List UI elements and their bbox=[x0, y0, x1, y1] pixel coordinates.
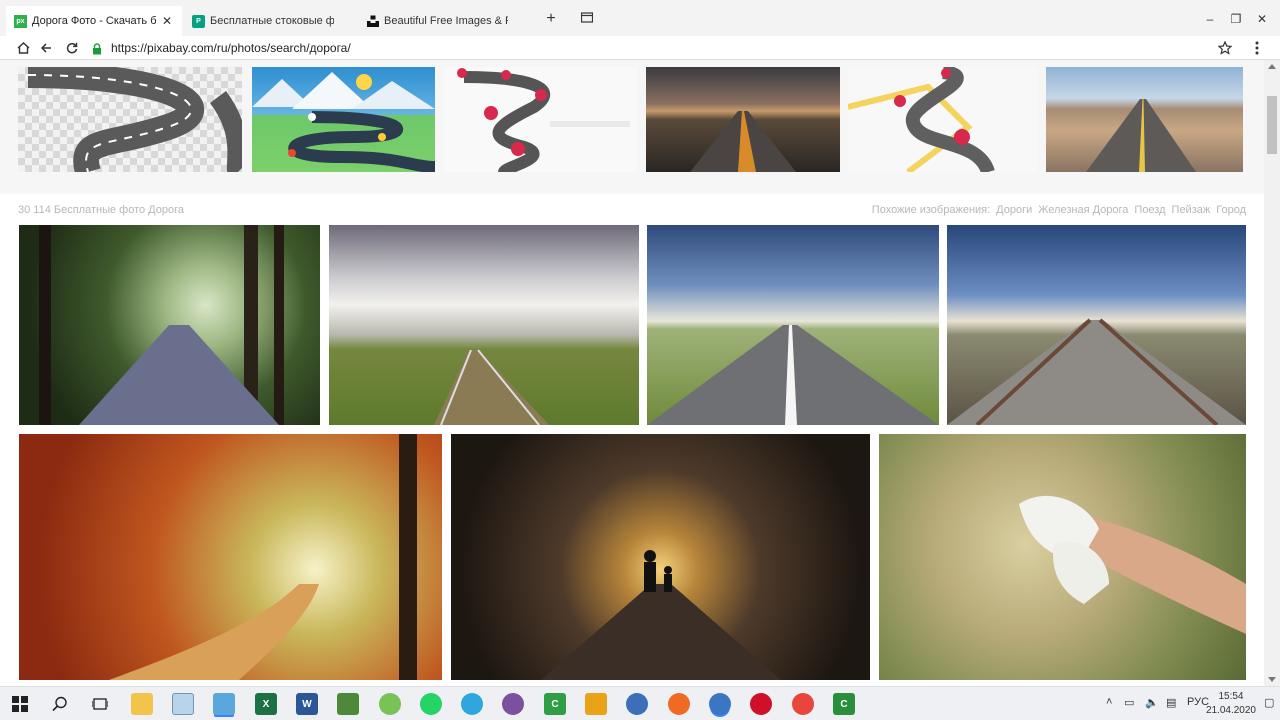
pixabay-page: 30 114 Бесплатные фото Дорога Похожие из… bbox=[0, 60, 1264, 686]
whatsapp-icon[interactable] bbox=[420, 693, 442, 715]
taskbar-clock[interactable]: 15:54 21.04.2020 bbox=[1206, 690, 1256, 718]
paint-icon[interactable] bbox=[213, 693, 235, 715]
start-icon[interactable] bbox=[9, 693, 31, 715]
excel-icon[interactable]: X bbox=[255, 693, 277, 715]
volume-icon[interactable]: 🔈 bbox=[1145, 696, 1159, 709]
tab-title: Beautiful Free Images & Picture bbox=[384, 15, 508, 27]
forest-road-photo[interactable] bbox=[19, 225, 320, 425]
results-count: 30 114 Бесплатные фото Дорога bbox=[18, 204, 184, 216]
page-scrollbar[interactable] bbox=[1264, 60, 1280, 686]
android-icon[interactable] bbox=[379, 693, 401, 715]
address-input[interactable]: https://pixabay.com/ru/photos/search/дор… bbox=[111, 41, 351, 55]
scroll-up-icon[interactable] bbox=[1268, 64, 1276, 69]
firefox-icon[interactable] bbox=[668, 693, 690, 715]
tab-unsplash[interactable]: Beautiful Free Images & Picture bbox=[358, 6, 534, 36]
windows-taskbar: X W C C ˄ ▭ 🔈 ▤ РУС 15:54 21.04.2020 ▢ bbox=[0, 686, 1280, 720]
tab-search-icon[interactable] bbox=[579, 10, 595, 28]
camtasia-recorder-icon[interactable]: C bbox=[833, 693, 855, 715]
archive-icon[interactable] bbox=[337, 693, 359, 715]
bookmark-star-icon[interactable] bbox=[1216, 39, 1234, 57]
related-tag-train[interactable]: Поезд bbox=[1134, 204, 1165, 216]
notification-text-icon[interactable]: ▤ bbox=[1166, 696, 1176, 709]
close-window-icon[interactable]: ✕ bbox=[1254, 10, 1270, 28]
address-toolbar: https://pixabay.com/ru/photos/search/дор… bbox=[0, 36, 1280, 60]
map-route-thumbnail[interactable] bbox=[848, 67, 1037, 172]
maximize-icon[interactable]: ❐ bbox=[1228, 10, 1244, 28]
scroll-down-icon[interactable] bbox=[1268, 677, 1276, 682]
desert-road-thumbnail[interactable] bbox=[1046, 67, 1243, 172]
notifications-icon[interactable]: ▢ bbox=[1264, 696, 1274, 709]
road-vector-thumbnail[interactable] bbox=[18, 67, 242, 172]
viber-icon[interactable] bbox=[502, 693, 524, 715]
tab-title: Бесплатные стоковые фото - Р bbox=[210, 15, 334, 27]
related-tag-roads[interactable]: Дороги bbox=[996, 204, 1032, 216]
pexels-favicon-icon: P bbox=[192, 14, 205, 28]
related-tags: Похожие изображения: Дороги Железная Дор… bbox=[872, 204, 1246, 216]
new-tab-button[interactable]: + bbox=[543, 10, 559, 28]
father-son-railway-photo[interactable] bbox=[451, 434, 870, 680]
roadmap-illustration-thumbnail[interactable] bbox=[252, 67, 435, 172]
unsplash-favicon-icon bbox=[366, 15, 379, 28]
word-icon[interactable]: W bbox=[296, 693, 318, 715]
tab-close-icon[interactable]: ✕ bbox=[162, 14, 172, 28]
clock-date: 21.04.2020 bbox=[1205, 705, 1256, 716]
menu-kebab-icon[interactable] bbox=[1248, 39, 1266, 57]
railroad-tracks-photo[interactable] bbox=[947, 225, 1246, 425]
clock-time: 15:54 bbox=[1218, 691, 1244, 702]
network-icon[interactable]: ▭ bbox=[1124, 696, 1134, 709]
notepad-icon[interactable] bbox=[172, 693, 194, 715]
open-road-photo[interactable] bbox=[647, 225, 939, 425]
file-explorer-icon[interactable] bbox=[131, 693, 153, 715]
minimize-icon[interactable]: – bbox=[1202, 10, 1218, 28]
thunderbird-icon[interactable] bbox=[626, 693, 648, 715]
tab-strip: px Дорога Фото - Скачать бес ✕ P Бесплат… bbox=[0, 0, 1280, 36]
pixabay-favicon-icon: px bbox=[14, 14, 27, 28]
tab-title: Дорога Фото - Скачать бес bbox=[32, 15, 156, 27]
related-label: Похожие изображения: bbox=[871, 204, 991, 216]
reload-icon[interactable] bbox=[63, 39, 81, 57]
task-view-icon[interactable] bbox=[89, 693, 111, 715]
telegram-icon[interactable] bbox=[461, 693, 483, 715]
opera-icon[interactable] bbox=[750, 693, 772, 715]
back-icon[interactable] bbox=[37, 39, 55, 57]
autumn-forest-path-photo[interactable] bbox=[19, 434, 442, 680]
camtasia-icon[interactable]: C bbox=[544, 693, 566, 715]
chrome-icon[interactable] bbox=[792, 693, 814, 715]
home-icon[interactable] bbox=[14, 39, 32, 57]
timeline-infographic-thumbnail[interactable] bbox=[444, 67, 637, 172]
scroll-thumb[interactable] bbox=[1267, 96, 1277, 154]
browser-icon[interactable] bbox=[709, 693, 731, 715]
search-icon[interactable] bbox=[49, 693, 71, 715]
highway-sunset-thumbnail[interactable] bbox=[646, 67, 840, 172]
tray-chevron-up-icon[interactable]: ˄ bbox=[1106, 696, 1112, 708]
java-icon[interactable] bbox=[585, 693, 607, 715]
related-tag-city[interactable]: Город bbox=[1216, 204, 1246, 216]
related-tag-railway[interactable]: Железная Дорога bbox=[1038, 204, 1128, 216]
tab-pixabay[interactable]: px Дорога Фото - Скачать бес ✕ bbox=[6, 6, 182, 36]
tab-pexels[interactable]: P Бесплатные стоковые фото - Р bbox=[184, 6, 360, 36]
sneakers-legs-photo[interactable] bbox=[879, 434, 1246, 680]
railway-field-photo[interactable] bbox=[329, 225, 639, 425]
secure-lock-icon[interactable] bbox=[92, 42, 102, 55]
related-tag-landscape[interactable]: Пейзаж bbox=[1172, 204, 1211, 216]
